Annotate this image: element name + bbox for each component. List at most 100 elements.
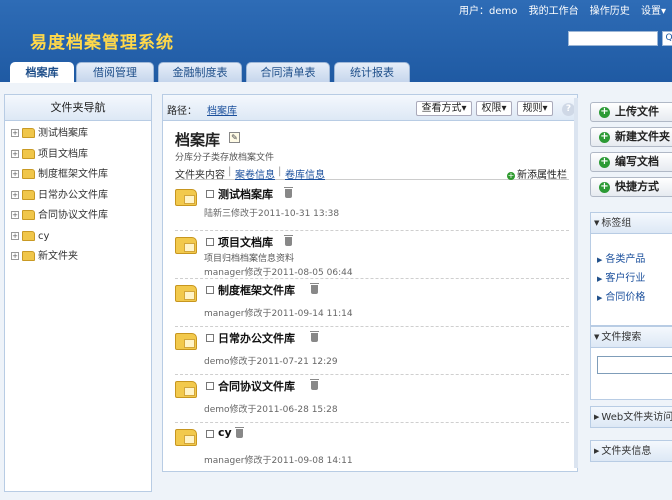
tag-link-price[interactable]: ▶ 合同价格 (597, 288, 645, 303)
section-title: 文件搜索 (601, 332, 642, 343)
folder-icon (22, 251, 35, 261)
folder-name-link[interactable]: cy (218, 426, 232, 439)
trash-icon[interactable] (310, 379, 319, 390)
expand-icon[interactable]: + (11, 211, 19, 219)
expand-icon[interactable]: + (11, 149, 19, 158)
folder-icon (175, 381, 197, 398)
rules-button[interactable]: 规则▾ (517, 101, 553, 116)
shortcut-button[interactable]: + 快捷方式 (590, 177, 672, 197)
sidebar-item-new-folder[interactable]: + 新文件夹 (5, 247, 151, 268)
history-link[interactable]: 操作历史 (590, 6, 630, 17)
web-access-section-header[interactable]: ▶ Web文件夹访问 (590, 406, 672, 428)
workbench-link[interactable]: 我的工作台 (529, 6, 579, 17)
sidebar-item-policy[interactable]: + 制度框架文件库 (5, 165, 151, 186)
settings-menu[interactable]: 设置▾ (641, 6, 666, 17)
triangle-down-icon: ▼ (594, 219, 600, 227)
list-item[interactable]: cy manager修改于2011-09-08 14:11 (175, 423, 569, 471)
global-search-input[interactable] (568, 31, 658, 46)
permission-button[interactable]: 权限▾ (476, 101, 512, 116)
view-mode-button[interactable]: 查看方式▾ (416, 101, 472, 116)
upload-file-button[interactable]: + 上传文件 (590, 102, 672, 122)
tab-finance-rules[interactable]: 金融制度表 (158, 62, 242, 82)
folder-name-link[interactable]: 制度框架文件库 (218, 282, 295, 298)
folder-name-link[interactable]: 合同协议文件库 (218, 378, 295, 394)
path-toolbar: 路径： 档案库 查看方式▾ 权限▾ 规则▾ ? (163, 95, 577, 121)
add-icon: + (507, 171, 515, 180)
list-item[interactable]: 项目文档库 项目归档档案信息资料 manager修改于2011-08-05 06… (175, 231, 569, 279)
right-action-panel: + 上传文件 + 新建文件夹 + 编写文档 + 快捷方式 ▼ 标签组 ▶ 各类产品 ▶ 客户行… (588, 94, 672, 500)
row-checkbox[interactable] (206, 382, 214, 390)
tag-label: 各类产品 (605, 254, 646, 265)
trash-icon[interactable] (284, 235, 293, 246)
modified-info: manager修改于2011-08-05 06:44 (204, 268, 353, 278)
folder-info-section-header[interactable]: ▶ 文件夹信息 (590, 440, 672, 462)
breadcrumb-archive-link[interactable]: 档案库 (207, 102, 237, 117)
folder-icon (22, 128, 35, 138)
sidebar-item-label: cy (38, 230, 50, 242)
folder-nav-panel: 文件夹导航 + 测试档案库 + 项目文档库 + 制度框架文件库 + 日常办公文件库 + 合… (4, 94, 152, 492)
tag-link-products[interactable]: ▶ 各类产品 (597, 250, 645, 265)
edit-icon[interactable]: ✎ (229, 132, 240, 143)
sidebar-item-label: 新文件夹 (38, 251, 78, 262)
list-item[interactable]: 合同协议文件库 demo修改于2011-06-28 15:28 (175, 375, 569, 423)
tab-contract-list[interactable]: 合同清单表 (246, 62, 330, 82)
sidebar-item-contracts[interactable]: + 合同协议文件库 (5, 206, 151, 227)
expand-icon[interactable]: + (11, 231, 19, 240)
folder-icon (22, 189, 35, 200)
content-subtabs: 文件夹内容 | 案卷信息 | 卷库信息 + 新添属性栏 (175, 165, 569, 181)
trash-icon[interactable] (284, 187, 293, 198)
bullet-icon: ▶ (597, 294, 603, 302)
tag-link-industry[interactable]: ▶ 客户行业 (597, 269, 645, 284)
expand-icon[interactable]: + (11, 170, 19, 178)
row-checkbox[interactable] (206, 238, 214, 246)
list-item[interactable]: 日常办公文件库 demo修改于2011-07-21 12:29 (175, 327, 569, 375)
add-property-label: 新添属性栏 (517, 170, 567, 181)
tab-statistics[interactable]: 统计报表 (334, 62, 410, 82)
tab-volume-info[interactable]: 案卷信息 (235, 166, 275, 181)
folder-name-link[interactable]: 项目文档库 (218, 234, 273, 250)
sidebar-item-label: 合同协议文件库 (38, 210, 108, 221)
tab-archive[interactable]: 档案库 (10, 62, 74, 83)
trash-icon[interactable] (310, 283, 319, 294)
write-document-button[interactable]: + 编写文档 (590, 152, 672, 172)
row-checkbox[interactable] (206, 286, 214, 294)
trash-icon[interactable] (235, 427, 244, 438)
user-name-link[interactable]: demo (489, 6, 517, 17)
new-folder-button[interactable]: + 新建文件夹 (590, 127, 672, 147)
tab-borrow[interactable]: 借阅管理 (76, 62, 154, 82)
row-checkbox[interactable] (206, 430, 214, 438)
list-item[interactable]: 制度框架文件库 manager修改于2011-09-14 11:14 (175, 279, 569, 327)
sidebar-item-cy[interactable]: + cy (5, 227, 151, 248)
trash-icon[interactable] (310, 331, 319, 342)
sidebar-item-project-docs[interactable]: + 项目文档库 (5, 145, 151, 166)
folder-icon (175, 429, 197, 446)
expand-icon[interactable]: + (11, 129, 19, 137)
tags-section-header[interactable]: ▼ 标签组 (590, 212, 672, 234)
search-icon[interactable]: Q (662, 31, 672, 46)
button-label: 编写文档 (615, 155, 659, 168)
expand-icon[interactable]: + (11, 190, 19, 199)
expand-icon[interactable]: + (11, 252, 19, 260)
bullet-icon: ▶ (597, 275, 603, 283)
sidebar-item-test-archive[interactable]: + 测试档案库 (5, 124, 151, 145)
row-checkbox[interactable] (206, 334, 214, 342)
add-property-button[interactable]: + 新添属性栏 (507, 166, 567, 181)
triangle-right-icon: ▶ (594, 413, 600, 421)
button-label: 新建文件夹 (615, 130, 670, 143)
row-checkbox[interactable] (206, 190, 214, 198)
folder-name-link[interactable]: 日常办公文件库 (218, 330, 295, 346)
library-description: 分库分子类存放档案文件 (175, 153, 275, 163)
sidebar-item-office[interactable]: + 日常办公文件库 (5, 186, 151, 207)
modified-info: demo修改于2011-07-21 12:29 (204, 357, 338, 367)
folder-name-link[interactable]: 测试档案库 (218, 186, 273, 202)
top-user-bar: 用户：demo 我的工作台 操作历史 设置▾ (451, 2, 666, 17)
tab-volumes-info[interactable]: 卷库信息 (285, 166, 325, 181)
search-section-header[interactable]: ▼ 文件搜索 (590, 326, 672, 348)
tab-folder-content[interactable]: 文件夹内容 (175, 166, 225, 181)
button-label: 快捷方式 (615, 180, 659, 193)
modified-info: demo修改于2011-06-28 15:28 (204, 405, 338, 415)
list-item[interactable]: 测试档案库 陆新三修改于2011-10-31 13:38 (175, 183, 569, 231)
main-scrollbar[interactable] (574, 98, 578, 468)
file-search-input[interactable] (597, 356, 672, 374)
sidebar-item-label: 日常办公文件库 (38, 189, 108, 201)
